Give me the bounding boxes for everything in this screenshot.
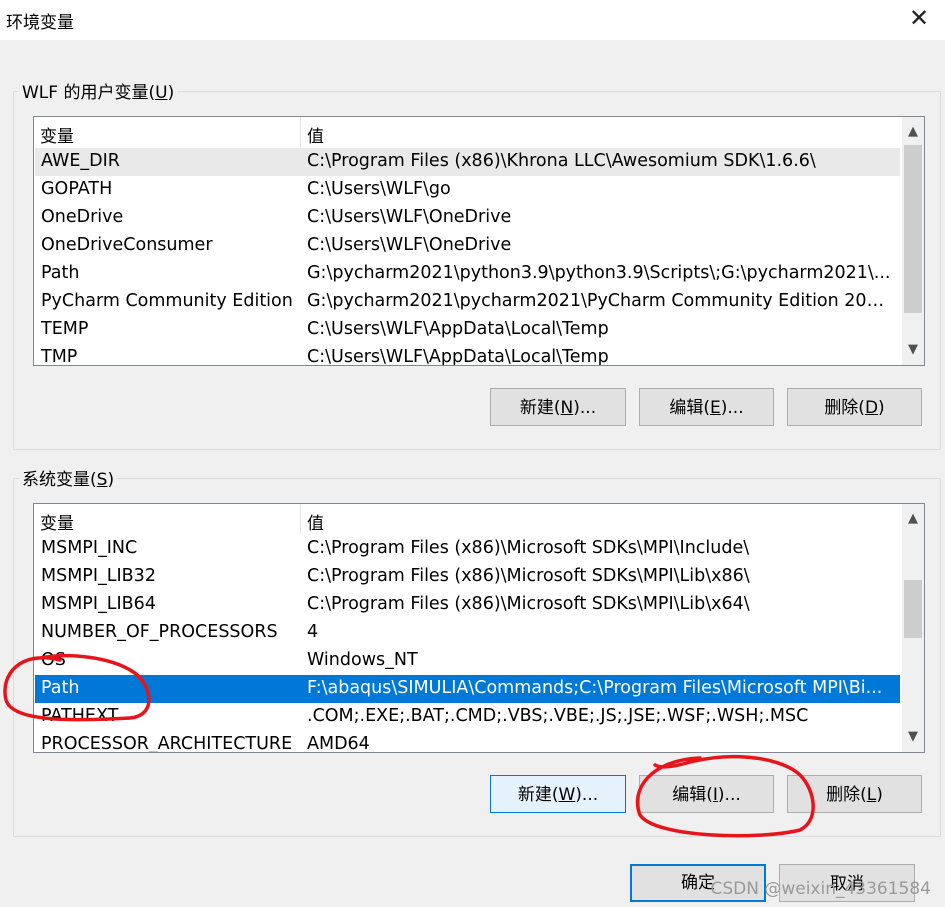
variable-name: NUMBER_OF_PROCESSORS [41,622,278,642]
user-delete-button[interactable]: 删除(D) [787,388,922,426]
table-row[interactable]: PyCharm Community Edition G:\pycharm2021\… [35,288,900,316]
variable-name: TMP [41,347,78,366]
window-title: 环境变量 [6,13,74,33]
watermark: CSDN @weixin_43361584 [710,879,931,899]
table-row[interactable]: AWE_DIR C:\Program Files (x86)\Khrona LLC… [35,148,900,176]
table-row[interactable]: Path F:\abaqus\SIMULIA\Commands;C:\Progra… [35,675,900,703]
variable-name: GOPATH [41,179,113,199]
system-delete-button[interactable]: 删除(L) [787,775,922,813]
variable-name: Path [41,263,80,283]
table-row[interactable]: OneDriveConsumer C:\Users\WLF\OneDrive [35,232,900,260]
system-variables-list[interactable]: 变量 值 MSMPI_INC C:\Program Files (x86)\Mic… [33,503,925,753]
variable-value: Windows_NT [307,650,418,670]
list-header: 变量 值 [34,504,902,534]
scroll-up-icon[interactable]: ▲ [902,506,924,532]
variable-name: MSMPI_INC [41,538,138,558]
user-delete-label: 删除(D) [824,398,885,418]
variable-value: C:\Users\WLF\OneDrive [307,207,512,227]
column-header-name[interactable]: 变量 [40,509,74,534]
variable-value: F:\abaqus\SIMULIA\Commands;C:\Program Fi… [307,678,883,698]
user-list-scrollbar[interactable]: ▲ ▼ [902,117,924,365]
variable-name: PROCESSOR_ARCHITECTURE [41,734,293,753]
system-edit-button[interactable]: 编辑(I)... [639,775,774,813]
variable-name: Path [41,678,80,698]
table-row[interactable]: NUMBER_OF_PROCESSORS 4 [35,619,900,647]
list-header: 变量 值 [34,117,902,147]
table-row[interactable]: MSMPI_LIB64 C:\Program Files (x86)\Micros… [35,591,900,619]
variable-name: OS [41,650,66,670]
user-edit-label: 编辑(E)... [669,398,744,418]
close-icon[interactable]: ✕ [899,0,939,36]
variable-name: OneDrive [41,207,124,227]
scroll-down-icon[interactable]: ▼ [902,337,924,363]
system-new-button[interactable]: 新建(W)... [490,775,626,813]
variable-value: C:\Users\WLF\AppData\Local\Temp [307,347,609,366]
variable-value: G:\pycharm2021\python3.9\python3.9\Scrip… [307,263,891,283]
scroll-down-icon[interactable]: ▼ [902,724,924,750]
variable-value: C:\Program Files (x86)\Khrona LLC\Awesom… [307,151,816,171]
table-row[interactable]: OS Windows_NT [35,647,900,675]
table-row[interactable]: GOPATH C:\Users\WLF\go [35,176,900,204]
variable-value: C:\Program Files (x86)\Microsoft SDKs\MP… [307,538,750,558]
system-list-scrollbar[interactable]: ▲ ▼ [902,504,924,752]
user-new-label: 新建(N)... [519,398,597,418]
table-row[interactable]: MSMPI_INC C:\Program Files (x86)\Microsof… [35,535,900,563]
variable-name: MSMPI_LIB64 [41,594,156,614]
variable-name: OneDriveConsumer [41,235,213,255]
variable-name: PATHEXT [41,706,119,726]
variable-value: .COM;.EXE;.BAT;.CMD;.VBS;.VBE;.JS;.JSE;.… [307,706,809,726]
column-header-value[interactable]: 值 [307,122,324,147]
variable-name: PyCharm Community Edition [41,291,293,311]
table-row[interactable]: OneDrive C:\Users\WLF\OneDrive [35,204,900,232]
table-row[interactable]: TMP C:\Users\WLF\AppData\Local\Temp [35,344,900,366]
table-row[interactable]: MSMPI_LIB32 C:\Program Files (x86)\Micros… [35,563,900,591]
variable-value: AMD64 [307,734,370,753]
table-row[interactable]: TEMP C:\Users\WLF\AppData\Local\Temp [35,316,900,344]
scroll-up-icon[interactable]: ▲ [902,119,924,145]
column-separator [300,504,301,534]
table-row[interactable]: PATHEXT .COM;.EXE;.BAT;.CMD;.VBS;.VBE;.JS… [35,703,900,731]
variable-value: C:\Users\WLF\OneDrive [307,235,512,255]
user-variables-list[interactable]: 变量 值 AWE_DIR C:\Program Files (x86)\Khron… [33,116,925,366]
variable-name: MSMPI_LIB32 [41,566,156,586]
variable-value: C:\Users\WLF\AppData\Local\Temp [307,319,609,339]
column-separator [300,117,301,147]
variable-value: C:\Program Files (x86)\Microsoft SDKs\MP… [307,566,750,586]
scroll-thumb[interactable] [904,580,922,638]
user-variables-label: WLF 的用户变量(U) [19,78,178,103]
column-header-value[interactable]: 值 [307,509,324,534]
variable-value: C:\Program Files (x86)\Microsoft SDKs\MP… [307,594,750,614]
user-edit-button[interactable]: 编辑(E)... [639,388,774,426]
table-row[interactable]: Path G:\pycharm2021\python3.9\python3.9\S… [35,260,900,288]
system-edit-label: 编辑(I)... [672,785,741,805]
variable-name: TEMP [41,319,89,339]
system-new-label: 新建(W)... [517,785,599,805]
user-new-button[interactable]: 新建(N)... [490,388,626,426]
title-bar: 环境变量 ✕ [0,0,945,40]
system-delete-label: 删除(L) [826,785,883,805]
variable-value: 4 [307,622,319,642]
scroll-thumb[interactable] [904,145,922,313]
system-variables-label: 系统变量(S) [19,465,118,490]
table-row[interactable]: PROCESSOR_ARCHITECTURE AMD64 [35,731,900,753]
variable-value: G:\pycharm2021\pycharm2021\PyCharm Commu… [307,291,892,311]
variable-name: AWE_DIR [41,151,120,171]
column-header-name[interactable]: 变量 [40,122,74,147]
variable-value: C:\Users\WLF\go [307,179,451,199]
